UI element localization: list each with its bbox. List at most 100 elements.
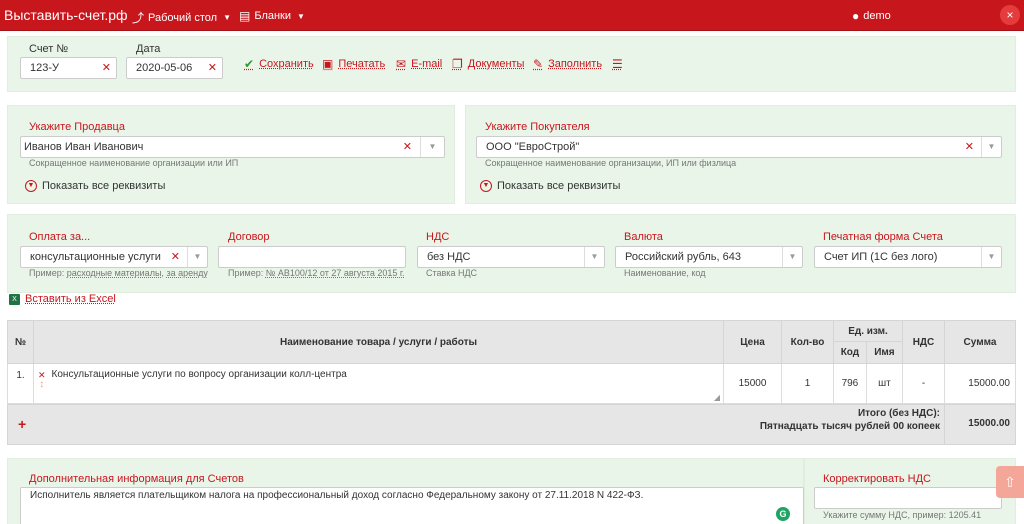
nav-user-label: demo — [863, 10, 891, 22]
nav-desktop-menu[interactable]: ⤴ Рабочий стол ▼ — [132, 9, 231, 26]
contract-hint: Пример: № АВ100/12 от 27 августа 2015 г. — [228, 268, 405, 278]
table-row: 1. ✕ ↕ Консультационные услуги по вопрос… — [7, 363, 1016, 404]
grammar-check-icon[interactable]: G — [776, 507, 790, 521]
nav-forms-label: Бланки — [254, 10, 292, 22]
payment-value: консультационные услуги — [30, 251, 161, 263]
print-form-select[interactable]: Счет ИП (1С без лого) ▼ — [814, 246, 1002, 268]
chevron-down-icon[interactable]: ▼ — [981, 137, 1001, 157]
printer-icon: ▣ — [322, 57, 334, 71]
payment-hint-separator: , — [161, 268, 164, 278]
document-icon: ▤ — [239, 9, 251, 23]
add-row-button[interactable]: + — [18, 416, 26, 432]
save-label: Сохранить — [259, 58, 314, 70]
contract-label: Договор — [228, 231, 270, 243]
clear-icon[interactable]: ✕ — [965, 137, 974, 157]
list-menu-button[interactable]: ☰ — [612, 57, 623, 71]
row-name[interactable]: Консультационные услуги по вопросу орган… — [52, 367, 347, 390]
email-button[interactable]: ✉ E-mail — [396, 57, 442, 71]
total-label: Итого (без НДС): — [857, 408, 940, 419]
brand-logo[interactable]: Выставить-счет.рф — [4, 7, 128, 23]
print-button[interactable]: ▣ Печатать — [322, 57, 385, 71]
clear-icon[interactable]: ✕ — [208, 58, 217, 78]
print-form-label: Печатная форма Счета — [823, 231, 943, 243]
payment-hint: Пример: расходные материалы, за аренду — [29, 268, 208, 278]
documents-label: Документы — [467, 58, 525, 70]
fill-button[interactable]: ✎ Заполнить — [533, 57, 602, 71]
currency-select[interactable]: Российский рубль, 643 ▼ — [615, 246, 803, 268]
vat-select[interactable]: без НДС ▼ — [417, 246, 605, 268]
col-qty-header: Кол-во — [781, 320, 834, 364]
user-icon: ● — [852, 9, 860, 23]
chevron-down-icon[interactable]: ▼ — [420, 137, 444, 157]
row-qty[interactable]: 1 — [781, 363, 834, 404]
vat-adjust-hint: Укажите сумму НДС, пример: 1205.41 — [823, 510, 982, 520]
totals-divider — [944, 405, 945, 444]
clear-icon[interactable]: ✕ — [102, 58, 111, 78]
chevron-down-icon: ▼ — [297, 11, 305, 21]
save-button[interactable]: ✔ Сохранить — [244, 57, 314, 71]
total-words: Пятнадцать тысяч рублей 00 копеек — [759, 421, 940, 432]
row-unit-name[interactable]: шт — [865, 363, 904, 404]
buyer-hint: Сокращенное наименование организации, ИП… — [485, 158, 737, 168]
col-unit-header: Ед. изм. — [833, 320, 903, 342]
chevron-down-icon[interactable]: ▼ — [187, 247, 207, 267]
seller-label: Укажите Продавца — [29, 121, 125, 133]
clear-icon[interactable]: ✕ — [171, 247, 180, 267]
buyer-select[interactable]: ООО "ЕвроСтрой" ✕ ▼ — [476, 136, 1002, 158]
top-navbar: Выставить-счет.рф ⤴ Рабочий стол ▼ ▤ Бла… — [0, 0, 1024, 31]
drag-handle-icon[interactable]: ↕ — [39, 380, 44, 390]
vat-adjust-input[interactable] — [814, 487, 1002, 509]
payment-example-materials[interactable]: расходные материалы — [67, 268, 162, 278]
paste-excel-label: Вставить из Excel — [25, 293, 116, 305]
contract-input[interactable] — [218, 246, 406, 268]
payment-select[interactable]: консультационные услуги ✕ ▼ — [20, 246, 208, 268]
row-vat[interactable]: - — [902, 363, 945, 404]
list-icon: ☰ — [612, 57, 623, 71]
edit-icon: ✎ — [533, 57, 544, 71]
email-label: E-mail — [411, 58, 443, 70]
row-price[interactable]: 15000 — [723, 363, 782, 404]
additional-info-label: Дополнительная информация для Счетов — [29, 473, 244, 485]
chart-line-icon: ⤴ — [132, 11, 145, 25]
nav-forms-menu[interactable]: ▤ Бланки ▼ — [239, 9, 305, 23]
totals-row: + Итого (без НДС): Пятнадцать тысяч рубл… — [7, 404, 1016, 445]
col-name-header: Наименование товара / услуги / работы — [33, 320, 724, 364]
buyer-label: Укажите Покупателя — [485, 121, 590, 133]
chevron-down-icon[interactable]: ▼ — [584, 247, 604, 267]
arrow-up-icon: ⇧ — [1004, 474, 1016, 490]
row-name-cell[interactable]: ✕ ↕ Консультационные услуги по вопросу о… — [33, 363, 724, 404]
currency-value: Российский рубль, 643 — [625, 251, 741, 263]
col-sum-header: Сумма — [944, 320, 1016, 364]
invoice-date-value: 2020-05-06 — [136, 62, 193, 74]
documents-icon: ❐ — [452, 57, 463, 71]
contract-example[interactable]: № АВ100/12 от 27 августа 2015 г. — [266, 268, 405, 278]
seller-value: Иванов Иван Иванович — [24, 141, 144, 153]
invoice-date-input[interactable]: 2020-05-06 ✕ — [126, 57, 223, 79]
payment-example-rent[interactable]: за аренду — [166, 268, 207, 278]
col-price-header: Цена — [723, 320, 782, 364]
seller-hint: Сокращенное наименование организации или… — [29, 158, 239, 168]
documents-button[interactable]: ❐ Документы — [452, 57, 524, 71]
nav-user-menu[interactable]: ● demo — [852, 9, 891, 23]
invoice-number-label: Счет № — [29, 43, 69, 55]
chevron-down-icon[interactable]: ▼ — [981, 247, 1001, 267]
seller-select[interactable]: Иванов Иван Иванович ✕ ▼ — [20, 136, 445, 158]
resize-handle-icon[interactable]: ◢ — [714, 393, 720, 402]
vat-adjust-label: Корректировать НДС — [823, 473, 931, 485]
close-icon[interactable]: × — [1000, 5, 1020, 25]
paste-excel-link[interactable]: X Вставить из Excel — [9, 293, 116, 305]
row-unit-code[interactable]: 796 — [833, 363, 867, 404]
chevron-down-circle-icon: ▼ — [25, 180, 37, 193]
invoice-number-input[interactable]: 123-У ✕ — [20, 57, 117, 79]
payment-label: Оплата за... — [29, 231, 91, 243]
chevron-down-icon[interactable]: ▼ — [782, 247, 802, 267]
clear-icon[interactable]: ✕ — [403, 137, 412, 157]
additional-info-textarea[interactable]: Исполнитель является плательщиком налога… — [20, 487, 804, 524]
col-vat-header: НДС — [902, 320, 945, 364]
buyer-show-all-link[interactable]: ▼ Показать все реквизиты — [480, 180, 620, 193]
seller-show-all-link[interactable]: ▼ Показать все реквизиты — [25, 180, 166, 193]
seller-show-all-label: Показать все реквизиты — [42, 180, 166, 192]
scroll-to-top-button[interactable]: ⇧ — [996, 466, 1024, 498]
col-num-header: № — [7, 320, 34, 364]
nav-desktop-label: Рабочий стол — [148, 11, 218, 24]
